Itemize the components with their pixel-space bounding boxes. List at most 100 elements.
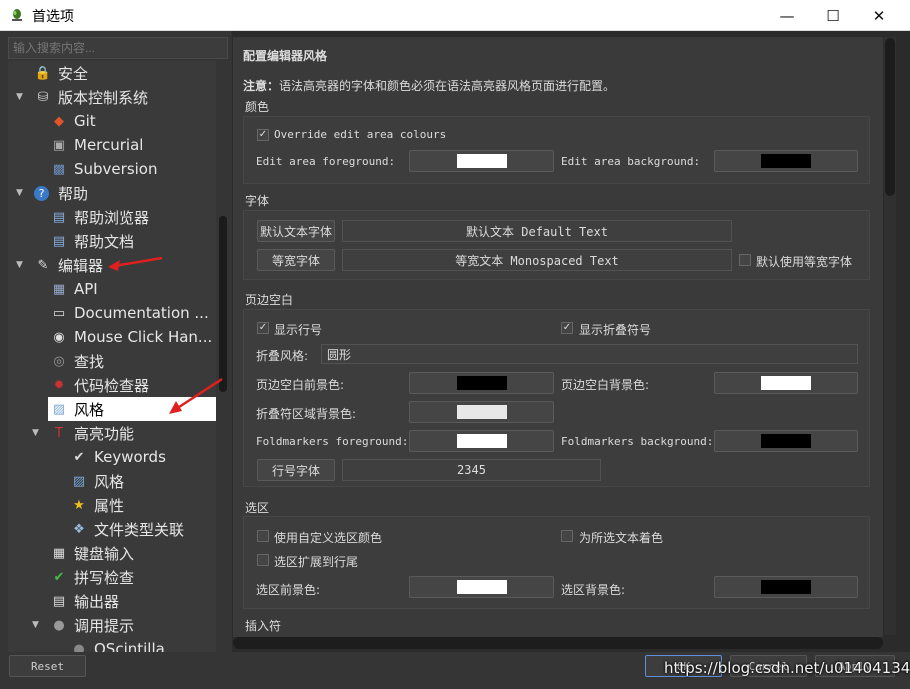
selection-bg-swatch (761, 580, 811, 594)
close-icon: ✕ (872, 6, 886, 25)
window-title: 首选项 (32, 9, 74, 25)
tree-item[interactable]: ✔ Keywords (8, 445, 216, 469)
tree-item-label: 键盘输入 (74, 544, 135, 563)
maximize-icon: ☐ (826, 6, 840, 25)
color-all-text-checkbox[interactable] (561, 530, 573, 542)
minimize-button[interactable]: — (764, 0, 810, 31)
show-fold-markers-checkbox[interactable]: ✓ (561, 322, 573, 334)
line-number-font-button[interactable]: 行号字体 (257, 459, 335, 481)
tree-item[interactable]: ▼ ⛁ 版本控制系统 (8, 85, 216, 109)
fold-bg-button[interactable] (714, 430, 858, 452)
filetype-icon: ❖ (73, 521, 85, 537)
qscintilla-icon: ● (73, 641, 85, 653)
tree-item-label: 查找 (74, 352, 105, 371)
use-mono-checkbox[interactable] (739, 254, 751, 266)
tree-item-label: 风格 (74, 400, 105, 419)
maximize-button[interactable]: ☐ (810, 0, 856, 31)
page-scrollbar-thumb[interactable] (885, 38, 895, 196)
fold-fg-button[interactable] (409, 430, 554, 452)
margin-fg-label: 页边空白前景色: (256, 378, 345, 392)
page-horizontal-scrollbar[interactable] (233, 637, 883, 649)
tree-item[interactable]: ✔ 拼写检查 (8, 565, 216, 589)
close-button[interactable]: ✕ (856, 0, 902, 31)
database-icon: ⛁ (37, 89, 49, 105)
mono-font-button[interactable]: 等宽字体 (257, 249, 335, 271)
tree-item-label: 高亮功能 (74, 424, 135, 443)
tree-item[interactable]: ▤ 帮助浏览器 (8, 205, 216, 229)
tree-item[interactable]: ▤ 帮助文档 (8, 229, 216, 253)
tree-item-label: 版本控制系统 (58, 88, 149, 107)
lock-icon: 🔒 (34, 65, 52, 81)
colors-group-title: 颜色 (245, 100, 270, 114)
tree-item[interactable]: ▦ 键盘输入 (8, 541, 216, 565)
fonts-group-title: 字体 (245, 194, 270, 208)
fold-bg-label: Foldmarkers background: (561, 435, 714, 448)
bug-icon: ✹ (53, 377, 65, 393)
bg-color-swatch (761, 154, 811, 168)
default-font-button[interactable]: 默认文本字体 (257, 220, 335, 242)
margin-bg-button[interactable] (714, 372, 858, 394)
tree-item[interactable]: ▼? 帮助 (8, 181, 216, 205)
fold-style-label: 折叠风格: (256, 349, 309, 363)
tree-item-label: 文件类型关联 (94, 520, 185, 539)
style-icon: ▨ (72, 473, 86, 489)
fold-area-bg-swatch (456, 405, 507, 419)
tree-item-label: 帮助文档 (74, 232, 135, 251)
tree-item[interactable]: ◎ 查找 (8, 349, 216, 373)
tree-item[interactable]: ◉ Mouse Click Han... (8, 325, 216, 349)
tree-item[interactable]: ▣ Mercurial (8, 133, 216, 157)
expand-arrow-icon[interactable]: ▼ (32, 620, 42, 630)
tree-scrollbar[interactable] (219, 216, 227, 392)
tree-item[interactable]: ▤ 输出器 (8, 589, 216, 613)
fg-color-button[interactable] (409, 150, 554, 172)
default-font-sample: 默认文本 Default Text (342, 220, 732, 242)
reset-button[interactable]: Reset (9, 655, 86, 677)
expand-arrow-icon[interactable]: ▼ (32, 428, 42, 438)
tree-item[interactable]: ▼ T 高亮功能 (8, 421, 216, 445)
fold-area-bg-button[interactable] (409, 401, 554, 423)
use-mono-label: 默认使用等宽字体 (756, 255, 853, 269)
fold-style-select[interactable]: 圆形 (321, 344, 858, 364)
override-colors-checkbox[interactable]: ✓ (257, 129, 269, 141)
tree-item-label: 代码检查器 (74, 376, 150, 395)
bg-color-button[interactable] (714, 150, 858, 172)
help-icon: ? (34, 185, 49, 201)
tree-item-label: Mercurial (74, 136, 144, 154)
tree-item[interactable]: ◆ Git (8, 109, 216, 133)
tree-item[interactable]: ● QScintilla (8, 637, 216, 652)
margins-group-title: 页边空白 (245, 293, 294, 307)
extend-eol-label: 选区扩展到行尾 (274, 555, 359, 569)
custom-selection-color-checkbox[interactable] (257, 530, 269, 542)
tree-item-label: 输出器 (74, 592, 120, 611)
sidebar: 🔒 安全 ▼ ⛁ 版本控制系统 ◆ Git ▣ Mercurial ▩ Subversion ▼? 帮助… (0, 31, 232, 652)
expand-arrow-icon[interactable]: ▼ (16, 92, 26, 102)
tree-item[interactable]: 🔒 安全 (8, 61, 216, 85)
search-input[interactable] (8, 37, 228, 59)
selection-fg-button[interactable] (409, 576, 554, 598)
editor-style-page: 配置编辑器风格 注意：语法高亮器的字体和颜色必须在语法高亮器风格页面进行配置。 … (233, 37, 883, 637)
expand-arrow-icon[interactable]: ▼ (16, 260, 26, 270)
show-line-numbers-checkbox[interactable]: ✓ (257, 322, 269, 334)
tree-item[interactable]: ▼ ● 调用提示 (8, 613, 216, 637)
tree-item[interactable]: ❖ 文件类型关联 (8, 517, 216, 541)
tree-item[interactable]: ▨ 风格 (8, 469, 216, 493)
margin-fg-button[interactable] (409, 372, 554, 394)
expand-arrow-icon[interactable]: ▼ (16, 188, 26, 198)
output-icon: ▤ (52, 593, 66, 609)
tree-item[interactable]: ★ 属性 (8, 493, 216, 517)
tree-item[interactable]: ▭ Documentation ... (8, 301, 216, 325)
git-icon: ◆ (54, 113, 64, 129)
show-fold-markers-label: 显示折叠符号 (579, 323, 652, 337)
fg-color-swatch (456, 154, 507, 168)
tree-item-label: 调用提示 (74, 616, 135, 635)
bg-label: Edit area background: (561, 155, 701, 168)
tree-item-label: Mouse Click Han... (74, 328, 213, 346)
override-colors-label: Override edit area colours (274, 128, 447, 141)
extend-eol-checkbox[interactable] (257, 554, 269, 566)
api-icon: ▦ (52, 281, 66, 297)
annotation-arrow-editor (108, 256, 163, 271)
tree-item[interactable]: ▩ Subversion (8, 157, 216, 181)
tree-item[interactable]: ▦ API (8, 277, 216, 301)
selection-bg-button[interactable] (714, 576, 858, 598)
tree-item-label: Documentation ... (74, 304, 209, 322)
